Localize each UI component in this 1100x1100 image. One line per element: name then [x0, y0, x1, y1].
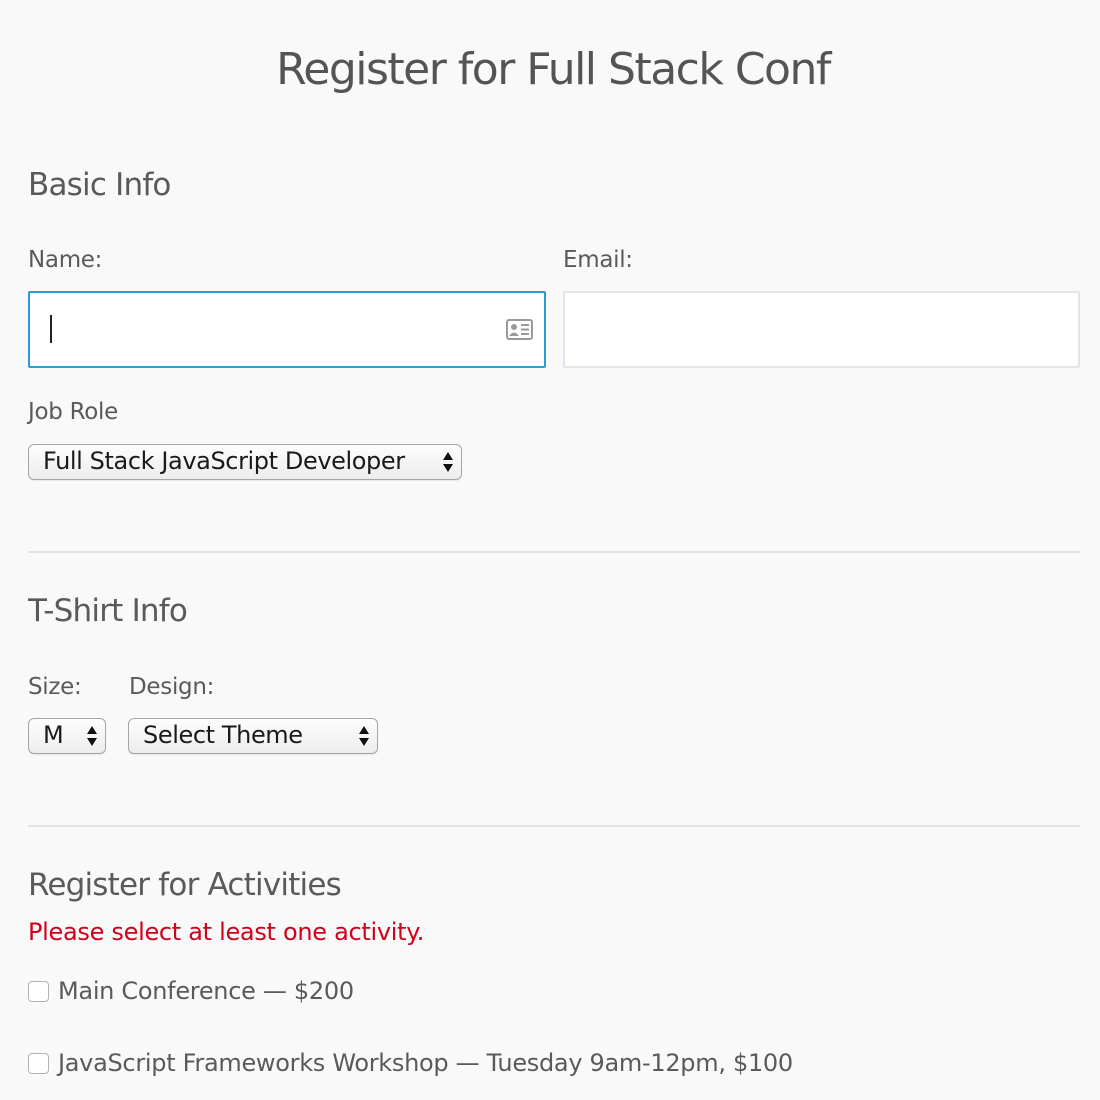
- updown-arrows-icon: [359, 726, 369, 746]
- design-select[interactable]: Select Theme: [128, 718, 378, 754]
- updown-arrows-icon: [443, 452, 453, 472]
- activities-error-message: Please select at least one activity.: [28, 918, 425, 946]
- text-cursor: [50, 315, 52, 343]
- email-field[interactable]: [563, 291, 1080, 368]
- contact-card-icon[interactable]: [506, 319, 533, 340]
- activity-label[interactable]: JavaScript Frameworks Workshop — Tuesday…: [58, 1049, 793, 1077]
- section-divider: [28, 825, 1080, 827]
- size-selected-value: M: [43, 721, 64, 749]
- activity-checkbox[interactable]: [28, 981, 49, 1002]
- job-role-selected-value: Full Stack JavaScript Developer: [43, 447, 405, 475]
- tshirt-info-heading: T-Shirt Info: [28, 593, 188, 629]
- name-label: Name:: [28, 247, 103, 273]
- design-selected-value: Select Theme: [143, 721, 303, 749]
- section-divider: [28, 551, 1080, 553]
- activities-heading: Register for Activities: [28, 867, 342, 903]
- activity-label[interactable]: Main Conference — $200: [58, 977, 354, 1005]
- page-title: Register for Full Stack Conf: [276, 44, 831, 95]
- updown-arrows-icon: [87, 726, 97, 746]
- design-label: Design:: [129, 674, 215, 700]
- job-role-select[interactable]: Full Stack JavaScript Developer: [28, 444, 462, 480]
- job-role-label: Job Role: [28, 399, 118, 425]
- email-label: Email:: [563, 247, 633, 273]
- name-field[interactable]: [28, 291, 546, 368]
- basic-info-heading: Basic Info: [28, 167, 171, 203]
- size-label: Size:: [28, 674, 82, 700]
- activity-checkbox[interactable]: [28, 1053, 49, 1074]
- size-select[interactable]: M: [28, 718, 106, 754]
